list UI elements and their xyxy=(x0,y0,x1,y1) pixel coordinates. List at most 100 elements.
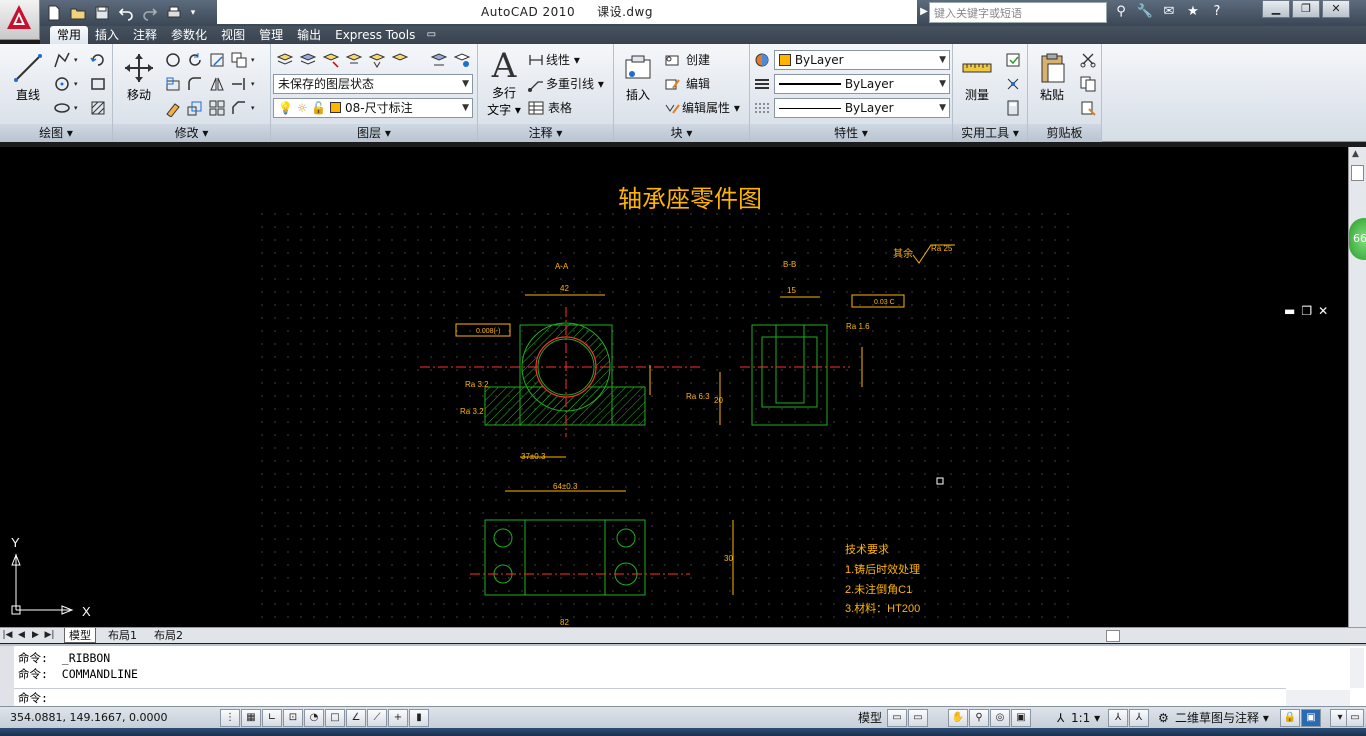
panel-annotation-label[interactable]: 注释 ▾ xyxy=(478,124,613,142)
snap-mode-icon[interactable]: ∟ xyxy=(262,709,282,727)
linear-dimension-icon[interactable] xyxy=(526,50,546,70)
multileader-label[interactable]: 多重引线 ▾ xyxy=(546,74,604,94)
tab-layout1[interactable]: 布局1 xyxy=(104,628,141,643)
new-file-icon[interactable] xyxy=(44,3,64,23)
steering-wheel-icon[interactable]: ◎ xyxy=(990,709,1010,727)
table-icon[interactable] xyxy=(526,98,546,118)
pan-icon[interactable]: ✋ xyxy=(948,709,968,727)
tab-home[interactable]: 常用 xyxy=(50,26,89,44)
showmotion-icon[interactable]: ▣ xyxy=(1011,709,1031,727)
ellipse-icon[interactable] xyxy=(52,98,72,118)
layer-properties-icon[interactable] xyxy=(275,50,295,70)
dynamic-ucs-icon[interactable]: ⟋ xyxy=(367,709,387,727)
layer-select[interactable]: 💡 ☼ 🔓 08-尺寸标注 ▼ xyxy=(273,98,473,118)
command-horizontal-scrollbar[interactable] xyxy=(1286,690,1350,706)
search-input[interactable]: 键入关键字或短语 xyxy=(929,2,1107,23)
polyline-icon[interactable] xyxy=(52,50,72,70)
lineweight-select[interactable]: ByLayer ▼ xyxy=(774,74,950,94)
lineweight-toggle-icon[interactable]: ▮ xyxy=(409,709,429,727)
quick-view-layouts-icon[interactable]: ▭ xyxy=(887,709,907,727)
create-block-icon[interactable] xyxy=(662,50,682,70)
favorites-icon[interactable]: ★ xyxy=(1184,2,1202,22)
insert-block-button[interactable]: 插入 xyxy=(616,48,660,120)
model-space-label[interactable]: 模型 xyxy=(858,707,882,729)
linetype-icon[interactable] xyxy=(752,98,772,118)
extend-dropdown-icon[interactable]: ▾ xyxy=(251,74,259,94)
calculator-icon[interactable] xyxy=(1003,98,1023,118)
grid-display-icon[interactable]: ▦ xyxy=(241,709,261,727)
dynamic-input-icon[interactable]: + xyxy=(388,709,408,727)
stretch-icon[interactable] xyxy=(163,74,183,94)
chamfer-icon[interactable] xyxy=(229,98,249,118)
tab-manage[interactable]: 管理 xyxy=(252,26,290,44)
help-icon[interactable]: ? xyxy=(1208,2,1226,22)
copy-clip-icon[interactable] xyxy=(1078,74,1098,94)
save-icon[interactable] xyxy=(92,3,112,23)
communication-icon[interactable]: ✉ xyxy=(1160,2,1178,22)
table-label[interactable]: 表格 xyxy=(548,98,572,118)
layer-state-select[interactable]: 未保存的图层状态 ▼ xyxy=(273,74,473,94)
layer-walk-icon[interactable] xyxy=(452,50,472,70)
binoculars-icon[interactable]: ⚲ xyxy=(1112,2,1130,22)
trim-icon[interactable] xyxy=(207,50,227,70)
undo-icon[interactable] xyxy=(116,3,136,23)
point-style-icon[interactable] xyxy=(1003,74,1023,94)
circle-dropdown-icon[interactable]: ▾ xyxy=(74,74,82,94)
quick-select-icon[interactable] xyxy=(1003,50,1023,70)
close-icon[interactable]: ✕ xyxy=(1322,0,1350,18)
mirror-icon[interactable] xyxy=(207,74,227,94)
rectangle-icon[interactable] xyxy=(88,74,108,94)
polar-tracking-icon[interactable]: ◔ xyxy=(304,709,324,727)
chamfer-dropdown-icon[interactable]: ▾ xyxy=(251,98,259,118)
zoom-icon[interactable]: ⚲ xyxy=(969,709,989,727)
copy-dropdown-icon[interactable]: ▾ xyxy=(251,50,259,70)
panel-properties-label[interactable]: 特性 ▾ xyxy=(750,124,952,142)
notification-badge[interactable]: 66 xyxy=(1349,218,1366,260)
clean-screen-icon[interactable]: ▭ xyxy=(1346,709,1364,727)
cut-icon[interactable] xyxy=(1078,50,1098,70)
scale-icon[interactable] xyxy=(185,98,205,118)
first-layout-icon[interactable]: |◀ xyxy=(2,629,13,642)
vertical-scroll-thumb[interactable] xyxy=(1351,165,1364,181)
tab-view[interactable]: 视图 xyxy=(214,26,252,44)
layer-off-icon[interactable] xyxy=(367,50,387,70)
coordinate-readout[interactable]: 354.0881, 149.1667, 0.0000 xyxy=(10,707,167,729)
ribbon-minimize-icon[interactable]: ▭ xyxy=(422,26,440,44)
match-properties-icon[interactable] xyxy=(752,50,772,70)
measure-button[interactable]: 测量 xyxy=(955,48,999,120)
color-select[interactable]: ByLayer ▼ xyxy=(774,50,950,70)
open-file-icon[interactable] xyxy=(68,3,88,23)
multileader-icon[interactable] xyxy=(526,74,546,94)
tab-insert[interactable]: 插入 xyxy=(88,26,126,44)
create-block-label[interactable]: 创建 xyxy=(686,50,710,70)
panel-layers-label[interactable]: 图层 ▾ xyxy=(271,124,477,142)
annotation-scale-value[interactable]: 1:1 ▾ xyxy=(1071,707,1100,729)
last-layout-icon[interactable]: ▶| xyxy=(44,629,55,642)
subscription-icon[interactable]: 🔧 xyxy=(1136,2,1154,22)
panel-utilities-label[interactable]: 实用工具 ▾ xyxy=(953,124,1027,142)
edit-block-icon[interactable] xyxy=(662,74,682,94)
hardware-acceleration-icon[interactable]: ▣ xyxy=(1301,709,1321,727)
tab-parametric[interactable]: 参数化 xyxy=(164,26,214,44)
tab-express-tools[interactable]: Express Tools xyxy=(328,26,422,44)
tab-model[interactable]: 模型 xyxy=(64,628,96,643)
restore-icon[interactable]: ❐ xyxy=(1292,0,1320,18)
polyline-dropdown-icon[interactable]: ▾ xyxy=(74,50,82,70)
tab-layout2[interactable]: 布局2 xyxy=(150,628,187,643)
infer-constraints-icon[interactable]: ⋮ xyxy=(220,709,240,727)
command-window-grip[interactable] xyxy=(0,646,14,708)
linear-dimension-label[interactable]: 线性 ▾ xyxy=(546,50,580,70)
array-icon[interactable] xyxy=(207,98,227,118)
match-clip-icon[interactable] xyxy=(1078,98,1098,118)
drawing-canvas[interactable]: 轴承座零件图 A-A B-B 其余 Ra 25 42 37±0.3 20 Ra … xyxy=(0,147,1348,627)
layer-state-icon[interactable] xyxy=(298,50,318,70)
toolbar-lock-icon[interactable]: 🔒 xyxy=(1280,709,1300,727)
edit-block-label[interactable]: 编辑 xyxy=(686,74,710,94)
edit-attribute-icon[interactable] xyxy=(662,98,682,118)
hatch-icon[interactable] xyxy=(88,98,108,118)
viewport-close-icon[interactable]: ✕ xyxy=(1318,304,1328,318)
panel-draw-label[interactable]: 绘图 ▾ xyxy=(0,124,112,142)
horizontal-scrollbar[interactable] xyxy=(892,630,1344,642)
scroll-up-icon[interactable]: ▲ xyxy=(1352,149,1359,159)
redo-icon[interactable] xyxy=(140,3,160,23)
